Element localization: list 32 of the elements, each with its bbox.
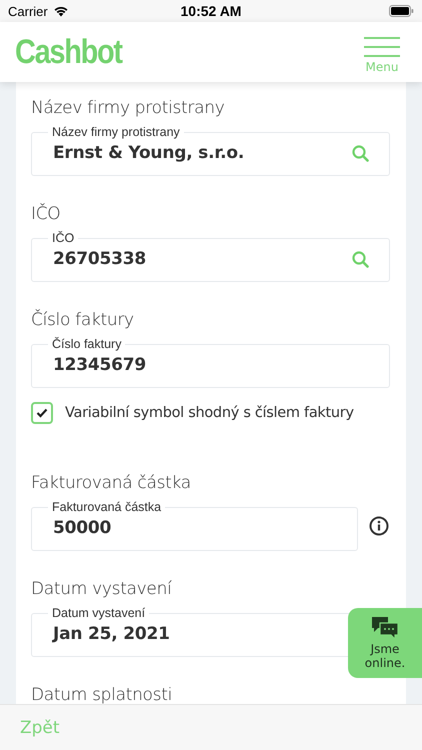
field-label: IČO [51, 231, 76, 245]
input-field[interactable]: IČO 26705338 [31, 231, 390, 282]
chat-icon [371, 616, 399, 640]
check-icon [36, 408, 48, 418]
info-icon[interactable] [369, 516, 389, 536]
wifi-icon [52, 5, 69, 17]
input-field[interactable]: Název firmy protistrany Ernst & Young, s.r.o. [31, 125, 390, 176]
checkbox[interactable] [31, 402, 53, 424]
checkbox-label: Variabilní symbol shodný s číslem faktury [65, 405, 354, 421]
field-heading: Datum vystavení [31, 578, 172, 600]
chat-tooltip[interactable]: Jsme online. [348, 608, 422, 678]
menu-icon [364, 36, 400, 56]
field-heading: Číslo faktury [31, 309, 135, 331]
field-value: 12345679 [53, 355, 146, 375]
battery-icon [389, 5, 414, 17]
field-heading: Fakturovaná částka [31, 472, 192, 494]
field-label: Název firmy protistrany [51, 125, 181, 139]
input-field[interactable]: Číslo faktury 12345679 [31, 337, 390, 388]
field-label: Fakturovaná částka [51, 500, 162, 514]
field-label: Datum vystavení [51, 606, 146, 620]
field-heading: Datum splatnosti [31, 684, 173, 704]
app-logo: Cashbot [15, 32, 122, 72]
field-heading: IČO [31, 203, 62, 225]
field-value: 26705338 [53, 249, 146, 269]
input-field[interactable]: Fakturovaná částka 50000 [31, 500, 358, 551]
field-value: Jan 25, 2021 [53, 624, 170, 644]
field-value: 50000 [53, 518, 112, 538]
field-heading: Název firmy protistrany [31, 97, 226, 119]
field-value: Ernst & Young, s.r.o. [53, 143, 244, 163]
carrier-name: Carrier [8, 4, 48, 18]
field-label: Číslo faktury [51, 337, 122, 351]
clock-time: 10:52 AM [180, 3, 242, 19]
